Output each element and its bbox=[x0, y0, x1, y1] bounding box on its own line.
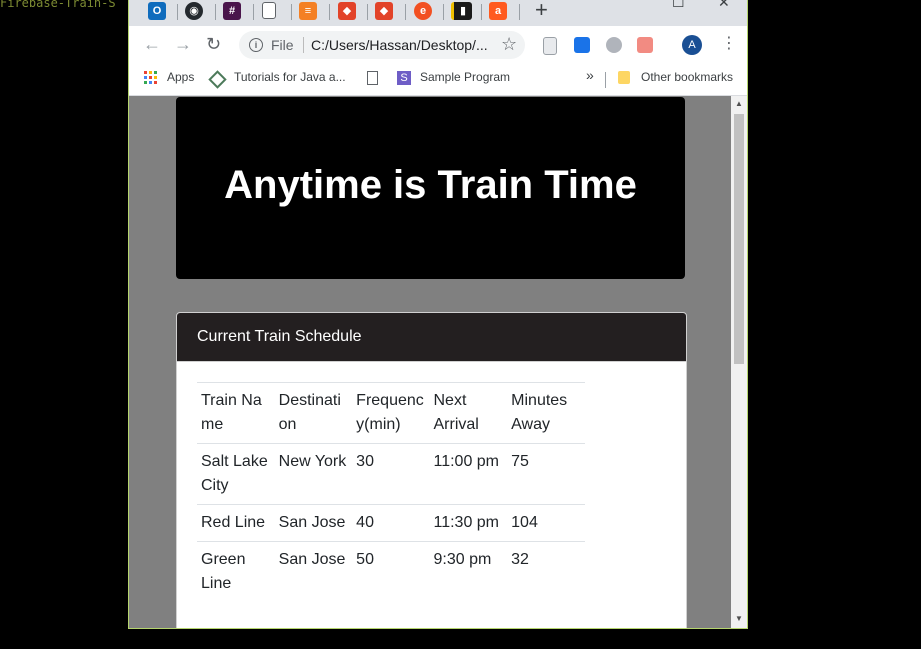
url-text[interactable]: C:/Users/Hassan/Desktop/... bbox=[311, 37, 488, 53]
schedule-table: Train Name Destination Frequency(min) Ne… bbox=[197, 382, 585, 602]
forward-button[interactable]: → bbox=[174, 34, 192, 54]
tab-divider bbox=[481, 4, 482, 20]
reload-button[interactable]: ↻ bbox=[206, 34, 221, 54]
maximize-button[interactable]: ☐ bbox=[672, 0, 685, 11]
folder-icon[interactable] bbox=[618, 71, 630, 84]
bookmarks-bar: Apps Tutorials for Java a... S Sample Pr… bbox=[129, 64, 747, 96]
info-icon[interactable]: i bbox=[249, 38, 263, 52]
extension-arrow-icon[interactable] bbox=[637, 37, 653, 53]
cell-destination: San Jose bbox=[274, 504, 353, 542]
outlook-icon[interactable]: O bbox=[148, 2, 166, 20]
apps-grid-icon[interactable] bbox=[144, 71, 158, 85]
tab-divider bbox=[519, 4, 520, 20]
table-row: Red Line San Jose 40 11:30 pm 104 bbox=[197, 504, 585, 542]
tab-divider bbox=[291, 4, 292, 20]
header-train-name: Train Name bbox=[197, 382, 275, 444]
table-row: Green Line San Jose 50 9:30 pm 32 bbox=[197, 541, 585, 602]
page-icon[interactable] bbox=[262, 2, 276, 19]
bookmark-apps[interactable]: Apps bbox=[167, 70, 194, 84]
page-viewport: Anytime is Train Time Current Train Sche… bbox=[129, 96, 731, 628]
header-destination: Destination bbox=[274, 382, 353, 444]
card-header: Current Train Schedule bbox=[177, 313, 686, 362]
cell-train-name: Green Line bbox=[197, 541, 275, 602]
url-scheme: File bbox=[271, 37, 294, 53]
scheme-divider bbox=[303, 37, 304, 53]
bookmark-sample-program[interactable]: Sample Program bbox=[420, 70, 510, 84]
bookmark-tutorials[interactable]: Tutorials for Java a... bbox=[234, 70, 346, 84]
tab-divider bbox=[177, 4, 178, 20]
app-icon[interactable]: ▮ bbox=[451, 2, 472, 20]
close-button[interactable]: ✕ bbox=[718, 0, 730, 11]
stackoverflow-icon[interactable]: ≡ bbox=[299, 2, 317, 20]
bookmark-divider bbox=[605, 72, 606, 88]
tab-divider bbox=[405, 4, 406, 20]
cell-next-arrival: 11:00 pm bbox=[429, 443, 508, 505]
cell-minutes-away: 32 bbox=[507, 541, 585, 602]
table-header-row: Train Name Destination Frequency(min) Ne… bbox=[197, 382, 585, 444]
back-button[interactable]: ← bbox=[143, 34, 161, 54]
browser-toolbar: ← → ↻ i File C:/Users/Hassan/Desktop/...… bbox=[129, 26, 747, 64]
tutorials-icon[interactable] bbox=[208, 70, 227, 89]
cell-destination: New York bbox=[274, 443, 353, 505]
cell-frequency: 30 bbox=[352, 443, 430, 505]
extension-p-icon[interactable] bbox=[574, 37, 590, 53]
cell-minutes-away: 75 bbox=[507, 443, 585, 505]
page-icon[interactable] bbox=[367, 71, 378, 85]
header-frequency: Frequency(min) bbox=[352, 382, 430, 444]
tab-divider bbox=[443, 4, 444, 20]
extension-doc-icon[interactable] bbox=[543, 37, 557, 55]
bookmarks-overflow-button[interactable]: » bbox=[586, 67, 594, 83]
tab-divider bbox=[253, 4, 254, 20]
github-icon[interactable]: ◉ bbox=[185, 2, 203, 20]
sample-program-icon[interactable]: S bbox=[397, 71, 411, 85]
scroll-down-icon[interactable]: ▼ bbox=[735, 614, 743, 623]
cell-train-name: Red Line bbox=[197, 504, 275, 542]
tab-strip: O ◉ # ≡ ◆ ◆ e ▮ a + ☐ ✕ bbox=[129, 0, 747, 26]
a-icon[interactable]: a bbox=[489, 2, 507, 20]
edge-icon[interactable]: e bbox=[414, 2, 432, 20]
cell-next-arrival: 9:30 pm bbox=[429, 541, 508, 602]
browser-window: O ◉ # ≡ ◆ ◆ e ▮ a + ☐ ✕ ← → ↻ i File C:/… bbox=[128, 0, 748, 629]
gitlab-icon-2[interactable]: ◆ bbox=[375, 2, 393, 20]
table-row: Salt Lake City New York 30 11:00 pm 75 bbox=[197, 443, 585, 505]
cell-minutes-away: 104 bbox=[507, 504, 585, 542]
gitlab-icon[interactable]: ◆ bbox=[338, 2, 356, 20]
tab-divider bbox=[215, 4, 216, 20]
cell-train-name: Salt Lake City bbox=[197, 443, 275, 505]
cell-destination: San Jose bbox=[274, 541, 353, 602]
address-bar[interactable]: i File C:/Users/Hassan/Desktop/... ☆ bbox=[239, 31, 525, 59]
menu-icon[interactable]: ⋮ bbox=[721, 35, 737, 53]
hero-banner: Anytime is Train Time bbox=[176, 97, 685, 279]
page-title: Anytime is Train Time bbox=[224, 163, 637, 207]
cell-frequency: 40 bbox=[352, 504, 430, 542]
bookmark-other[interactable]: Other bookmarks bbox=[641, 70, 733, 84]
tab-divider bbox=[329, 4, 330, 20]
cell-next-arrival: 11:30 pm bbox=[429, 504, 508, 542]
scroll-thumb[interactable] bbox=[734, 114, 744, 364]
scroll-up-icon[interactable]: ▲ bbox=[735, 99, 743, 108]
terminal-text: Firebase-Train-S bbox=[0, 0, 116, 10]
new-tab-button[interactable]: + bbox=[535, 0, 548, 23]
schedule-card: Current Train Schedule Train Name Destin… bbox=[176, 312, 687, 628]
header-minutes-away: Minutes Away bbox=[507, 382, 585, 444]
profile-avatar[interactable]: A bbox=[682, 35, 702, 55]
extension-eye-icon[interactable] bbox=[606, 37, 622, 53]
vertical-scrollbar[interactable]: ▲ ▼ bbox=[731, 96, 747, 628]
slack-icon[interactable]: # bbox=[223, 2, 241, 20]
tab-divider bbox=[367, 4, 368, 20]
cell-frequency: 50 bbox=[352, 541, 430, 602]
header-next-arrival: Next Arrival bbox=[429, 382, 508, 444]
bookmark-star-icon[interactable]: ☆ bbox=[501, 34, 517, 55]
